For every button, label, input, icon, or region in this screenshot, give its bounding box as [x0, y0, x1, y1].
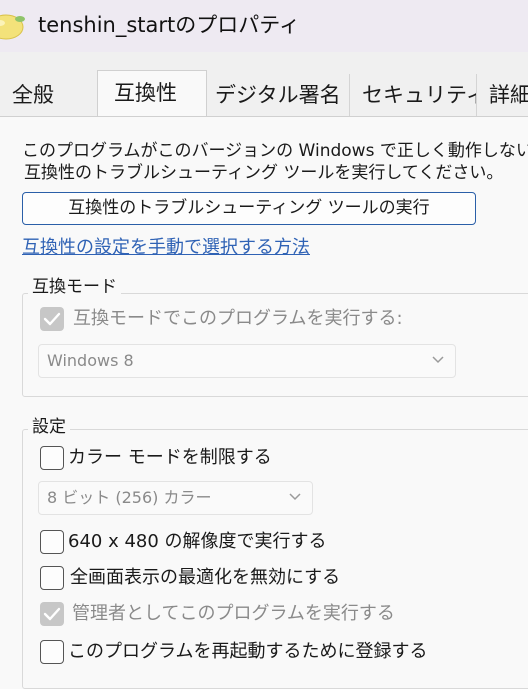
tab-compatibility[interactable]: 互換性	[97, 70, 207, 117]
tab-strip: 全般 互換性 デジタル署名 セキュリティ 詳細	[0, 52, 528, 117]
chevron-down-icon	[289, 493, 301, 501]
tab-details[interactable]: 詳細	[477, 74, 528, 116]
color-mode-select[interactable]: 8 ビット (256) カラー	[38, 481, 313, 515]
chevron-down-icon	[432, 356, 444, 364]
compat-mode-label: 互換モードでこのプログラムを実行する:	[73, 308, 403, 329]
intro-line-2: 互換性のトラブルシューティング ツールを実行してください。	[24, 163, 504, 183]
tab-security[interactable]: セキュリティ	[350, 74, 477, 116]
res-640-checkbox[interactable]	[40, 530, 64, 554]
intro-line-1: このプログラムがこのバージョンの Windows で正しく動作しない場	[22, 141, 528, 161]
run-as-admin-checkbox[interactable]	[40, 602, 64, 626]
tab-digital-signature[interactable]: デジタル署名	[207, 74, 350, 116]
disable-fullscreen-opt-label: 全画面表示の最適化を無効にする	[70, 567, 341, 588]
res-640-label: 640 x 480 の解像度で実行する	[68, 531, 327, 552]
window-title: tenshin_startのプロパティ	[38, 13, 301, 37]
disable-fullscreen-opt-checkbox[interactable]	[40, 566, 64, 590]
reduced-color-checkbox[interactable]	[40, 446, 64, 470]
run-troubleshooter-button[interactable]: 互換性のトラブルシューティング ツールの実行	[22, 192, 476, 225]
run-as-admin-label: 管理者としてこのプログラムを実行する	[72, 603, 395, 624]
intro-text: このプログラムがこのバージョンの Windows で正しく動作しない場 互換性の…	[22, 140, 528, 184]
settings-legend: 設定	[28, 416, 70, 438]
title-bar: tenshin_startのプロパティ	[0, 0, 528, 52]
os-version-value: Windows 8	[47, 351, 134, 370]
lemon-app-icon	[0, 10, 26, 42]
compat-mode-legend: 互換モード	[28, 276, 121, 298]
checkmark-icon	[43, 607, 61, 621]
checkmark-icon	[43, 312, 61, 326]
manual-settings-link[interactable]: 互換性の設定を手動で選択する方法	[22, 236, 310, 260]
compat-mode-checkbox[interactable]	[40, 307, 64, 331]
register-restart-label: このプログラムを再起動するために登録する	[68, 641, 428, 662]
tab-general[interactable]: 全般	[0, 74, 98, 116]
reduced-color-label: カラー モードを制限する	[68, 447, 272, 468]
color-mode-value: 8 ビット (256) カラー	[47, 488, 212, 507]
compatibility-panel: このプログラムがこのバージョンの Windows で正しく動作しない場 互換性の…	[0, 116, 528, 689]
register-restart-checkbox[interactable]	[40, 640, 64, 664]
os-version-select[interactable]: Windows 8	[38, 344, 456, 378]
